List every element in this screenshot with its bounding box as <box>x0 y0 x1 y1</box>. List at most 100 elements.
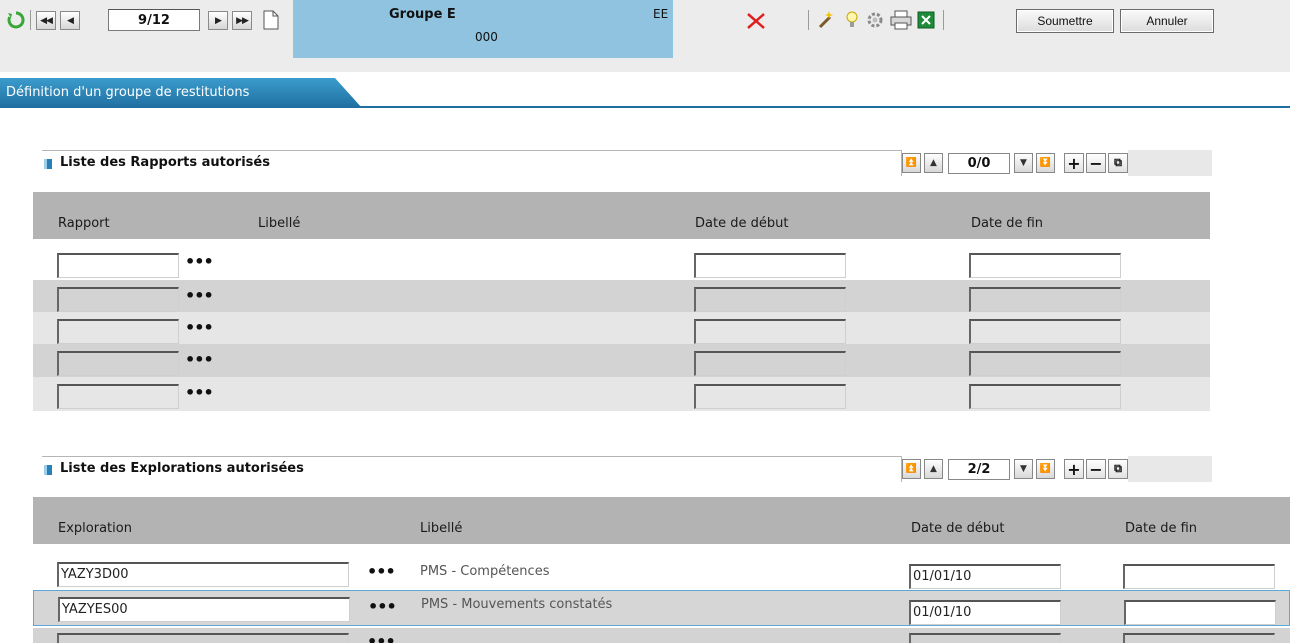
date-fin-field[interactable] <box>1123 564 1275 589</box>
date-debut-field[interactable] <box>694 319 846 344</box>
wand-icon[interactable] <box>816 8 838 32</box>
exploration-code-field[interactable] <box>57 633 349 643</box>
exploration-lookup-button[interactable]: ••• <box>367 634 396 643</box>
cancel-button[interactable]: Annuler <box>1120 9 1214 33</box>
reports-title: Liste des Rapports autorisés <box>60 155 270 170</box>
col-libelle: Libellé <box>420 521 463 536</box>
date-fin-field[interactable] <box>969 351 1121 376</box>
tab-definition[interactable]: Définition d'un groupe de restitutions <box>0 78 370 108</box>
down-icon: ▼ <box>1020 464 1027 474</box>
bulb-icon[interactable] <box>843 8 861 32</box>
exploration-lookup-button[interactable]: ••• <box>367 564 396 580</box>
new-page-icon[interactable] <box>260 8 282 32</box>
rapport-lookup-button[interactable]: ••• <box>185 385 214 401</box>
group-code: EE <box>653 7 669 21</box>
record-header: Groupe E EE 000 <box>293 0 673 58</box>
rapport-code-field[interactable] <box>57 351 179 376</box>
exploration-libelle: PMS - Compétences <box>420 564 550 579</box>
date-fin-field[interactable] <box>969 319 1121 344</box>
submit-button[interactable]: Soumettre <box>1016 9 1114 33</box>
group-number: 000 <box>475 30 498 44</box>
table-row: YAZY3D00 ••• PMS - Compétences 01/01/10 <box>33 556 1290 590</box>
rapport-code-field[interactable] <box>57 384 179 409</box>
delete-icon[interactable] <box>745 10 767 32</box>
date-fin-field[interactable] <box>969 253 1121 278</box>
explorations-section-header: Liste des Explorations autorisées <box>42 456 902 482</box>
group-name: Groupe E <box>389 7 456 22</box>
down-icon: ▼ <box>1020 158 1027 168</box>
section-marker-icon <box>44 465 52 475</box>
date-fin-field[interactable] <box>1124 600 1276 625</box>
excel-icon[interactable] <box>915 8 937 32</box>
table-row: ••• <box>33 628 1290 643</box>
print-icon[interactable] <box>889 8 913 32</box>
toolbar: ◀◀ ◀ 9/12 ▶ ▶▶ Groupe E EE 000 Soumettre… <box>0 0 1290 72</box>
copy-icon: ⧉ <box>1114 156 1122 169</box>
last-icon: ⏬ <box>1039 464 1052 474</box>
table-row: ••• <box>33 312 1210 346</box>
up-icon: ▲ <box>930 464 937 474</box>
up-icon: ▲ <box>930 158 937 168</box>
date-fin-field[interactable] <box>1123 633 1275 643</box>
table-row: ••• <box>33 377 1210 411</box>
minus-icon: − <box>1089 459 1103 479</box>
rapport-lookup-button[interactable]: ••• <box>185 254 214 270</box>
date-debut-field[interactable] <box>694 287 846 312</box>
settings-icon[interactable] <box>864 8 886 32</box>
date-debut-field[interactable]: 01/01/10 <box>909 600 1061 625</box>
rapport-code-field[interactable] <box>57 319 179 344</box>
rapport-code-field[interactable] <box>57 253 179 278</box>
reports-first-button[interactable]: ⏫ <box>902 153 921 173</box>
explorations-title: Liste des Explorations autorisées <box>60 461 304 476</box>
explorations-first-button[interactable]: ⏫ <box>902 459 921 479</box>
explorations-remove-button[interactable]: − <box>1086 459 1106 479</box>
rapport-code-field[interactable] <box>57 287 179 312</box>
minus-icon: − <box>1089 153 1103 173</box>
reports-count: 0/0 <box>948 153 1010 174</box>
reports-last-button[interactable]: ⏬ <box>1036 153 1055 173</box>
date-debut-field[interactable] <box>694 384 846 409</box>
date-fin-field[interactable] <box>969 287 1121 312</box>
col-date-debut: Date de début <box>911 521 1005 536</box>
col-rapport: Rapport <box>58 216 110 231</box>
plus-icon: + <box>1067 459 1081 479</box>
date-debut-field[interactable]: 01/01/10 <box>909 564 1061 589</box>
rapport-lookup-button[interactable]: ••• <box>185 288 214 304</box>
date-fin-field[interactable] <box>969 384 1121 409</box>
first-icon: ◀◀ <box>40 15 53 26</box>
col-date-debut: Date de début <box>695 216 789 231</box>
explorations-count: 2/2 <box>948 459 1010 480</box>
reports-remove-button[interactable]: − <box>1086 153 1106 173</box>
explorations-grid-header: Exploration Libellé Date de début Date d… <box>33 497 1290 544</box>
explorations-last-button[interactable]: ⏬ <box>1036 459 1055 479</box>
last-record-button[interactable]: ▶▶ <box>232 11 252 30</box>
explorations-copy-button[interactable]: ⧉ <box>1108 459 1128 479</box>
explorations-add-button[interactable]: + <box>1064 459 1084 479</box>
reports-section-header: Liste des Rapports autorisés <box>42 150 902 176</box>
exploration-code-field[interactable]: YAZYES00 <box>58 597 350 622</box>
reports-copy-button[interactable]: ⧉ <box>1108 153 1128 173</box>
rapport-lookup-button[interactable]: ••• <box>185 352 214 368</box>
first-record-button[interactable]: ◀◀ <box>36 11 56 30</box>
prev-record-button[interactable]: ◀ <box>60 11 80 30</box>
exploration-lookup-button[interactable]: ••• <box>368 599 397 615</box>
explorations-prev-button[interactable]: ▲ <box>924 459 943 479</box>
tab-underline <box>0 106 1290 108</box>
reports-grid-header: Rapport Libellé Date de début Date de fi… <box>33 192 1210 239</box>
date-debut-field[interactable] <box>694 253 846 278</box>
tab-label: Définition d'un groupe de restitutions <box>6 85 250 100</box>
plus-icon: + <box>1067 153 1081 173</box>
first-icon: ⏫ <box>905 158 918 168</box>
exploration-code-field[interactable]: YAZY3D00 <box>57 562 349 587</box>
table-row-selected[interactable]: YAZYES00 ••• PMS - Mouvements constatés … <box>33 590 1290 626</box>
rapport-lookup-button[interactable]: ••• <box>185 320 214 336</box>
explorations-next-button[interactable]: ▼ <box>1014 459 1033 479</box>
refresh-icon[interactable] <box>6 10 26 30</box>
date-debut-field[interactable] <box>694 351 846 376</box>
reports-add-button[interactable]: + <box>1064 153 1084 173</box>
date-debut-field[interactable] <box>909 633 1061 643</box>
table-row: ••• <box>33 344 1210 378</box>
next-record-button[interactable]: ▶ <box>208 11 228 30</box>
reports-prev-button[interactable]: ▲ <box>924 153 943 173</box>
reports-next-button[interactable]: ▼ <box>1014 153 1033 173</box>
